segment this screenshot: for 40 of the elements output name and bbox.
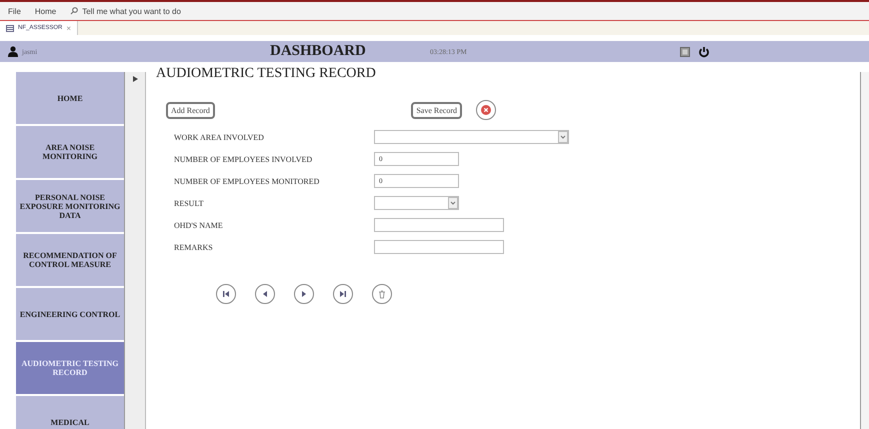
add-record-button[interactable]: Add Record (166, 102, 215, 118)
record-navigation-button[interactable] (216, 284, 236, 304)
delete-button[interactable] (372, 284, 392, 304)
menu-item[interactable]: Home (34, 6, 56, 16)
form-title: AUDIOMETRIC TESTING RECORD (156, 66, 377, 82)
field-label: REMARKS (174, 242, 214, 252)
field-label: WORK AREA INVOLVED (174, 132, 265, 142)
dropdown-field[interactable] (374, 130, 569, 144)
table-icon (6, 24, 14, 32)
tell-me-search[interactable]: Tell me what you want to do (82, 6, 181, 16)
record-navigation-button[interactable] (294, 284, 314, 304)
trash-icon (378, 290, 386, 298)
record-navigation-button[interactable] (333, 284, 353, 304)
next-record-icon (300, 290, 308, 298)
dropdown-field[interactable] (374, 196, 459, 210)
close-icon (481, 105, 491, 115)
previous-record-icon (261, 290, 269, 298)
field-label: OHD'S NAME (174, 220, 224, 230)
sidebar-item[interactable]: AREA NOISE MONITORING (16, 126, 124, 178)
last-record-icon (339, 290, 347, 298)
sidebar-item[interactable]: RECOMMENDATION OF CONTROL MEASURE (16, 234, 124, 286)
record-navigation-button[interactable] (255, 284, 275, 304)
sidebar-item[interactable]: PERSONAL NOISE EXPOSURE MONITORING DATA (16, 180, 124, 232)
search-icon (70, 7, 78, 15)
field-label: NUMBER OF EMPLOYEES MONITORED (174, 176, 320, 186)
save-record-button[interactable]: Save Record (411, 102, 462, 118)
user-icon (8, 46, 18, 57)
record-selector-arrow-icon[interactable] (132, 76, 138, 82)
sidebar-item[interactable]: ENGINEERING CONTROL (16, 288, 124, 340)
field-label: RESULT (174, 198, 204, 208)
sidebar-item[interactable]: MEDICAL (16, 396, 124, 429)
close-button[interactable] (476, 100, 496, 120)
field-label: NUMBER OF EMPLOYEES INVOLVED (174, 154, 314, 164)
first-record-icon (222, 290, 230, 298)
dashboard-title: DASHBOARD (270, 43, 367, 60)
sidebar-item[interactable]: HOME (16, 72, 124, 124)
input-field[interactable] (374, 240, 504, 254)
power-icon[interactable] (698, 46, 710, 58)
input-field[interactable] (374, 218, 504, 232)
menu-item[interactable]: File (8, 6, 21, 16)
